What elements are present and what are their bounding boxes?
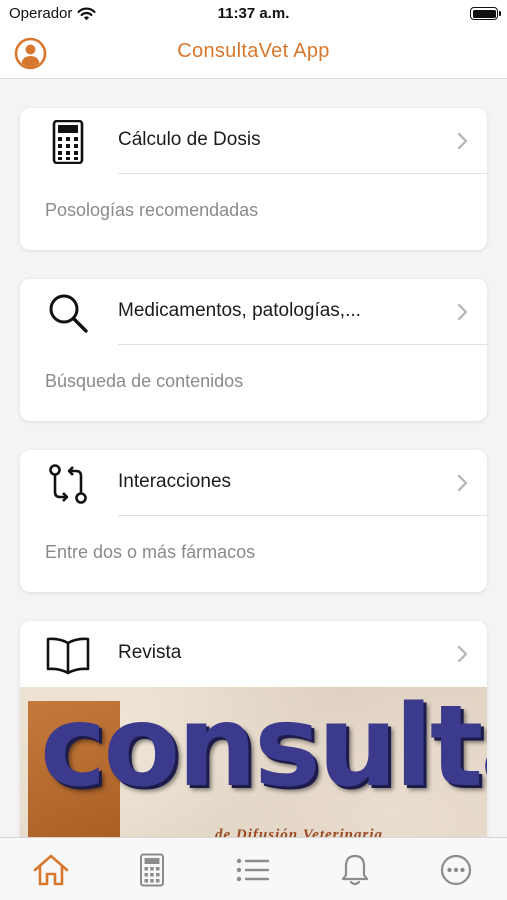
home-icon xyxy=(33,854,69,886)
chevron-right-icon xyxy=(457,303,468,321)
card-dose-calculation[interactable]: Cálculo de Dosis Posologías recomendadas xyxy=(20,108,487,250)
battery-icon xyxy=(470,7,501,20)
bell-icon xyxy=(341,854,369,886)
divider xyxy=(118,515,487,516)
card-search[interactable]: Medicamentos, patologías,... Búsqueda de… xyxy=(20,279,487,421)
divider xyxy=(118,344,487,345)
app-header: ConsultaVet App xyxy=(0,28,507,79)
more-icon xyxy=(440,854,472,886)
tab-list[interactable] xyxy=(233,850,273,890)
card-interactions[interactable]: Interacciones Entre dos o más fármacos xyxy=(20,450,487,592)
list-icon xyxy=(236,858,270,882)
chevron-right-icon xyxy=(457,132,468,150)
page-title: ConsultaVet App xyxy=(177,40,330,62)
tab-home[interactable] xyxy=(31,850,71,890)
card-title: Interacciones xyxy=(118,471,232,492)
tab-calculator[interactable] xyxy=(132,850,172,890)
tab-notifications[interactable] xyxy=(335,850,375,890)
card-magazine[interactable]: Revista consulta de Difusión Veterinaria xyxy=(20,621,487,861)
card-title: Medicamentos, patologías,... xyxy=(118,300,361,321)
status-bar: Operador 11:37 a.m. xyxy=(0,0,507,28)
calculator-icon xyxy=(52,120,84,164)
book-icon xyxy=(46,637,90,675)
card-row-search[interactable]: Medicamentos, patologías,... xyxy=(20,279,487,345)
magazine-cover-title: consulta xyxy=(40,687,487,812)
card-title: Cálculo de Dosis xyxy=(118,129,261,150)
search-icon xyxy=(49,294,88,333)
status-time: 11:37 a.m. xyxy=(217,5,290,22)
interactions-icon xyxy=(49,464,87,504)
card-row-magazine[interactable]: Revista xyxy=(20,621,487,687)
magazine-cover-image[interactable]: consulta de Difusión Veterinaria xyxy=(20,687,487,861)
card-subtitle: Posologías recomendadas xyxy=(45,200,259,220)
calculator-icon xyxy=(140,853,164,887)
divider xyxy=(118,173,487,174)
tab-bar xyxy=(0,837,507,900)
card-title: Revista xyxy=(118,642,182,663)
card-subtitle: Búsqueda de contenidos xyxy=(45,371,244,391)
card-subtitle: Entre dos o más fármacos xyxy=(45,542,256,562)
tab-more[interactable] xyxy=(436,850,476,890)
card-row-dose-calculation[interactable]: Cálculo de Dosis xyxy=(20,108,487,174)
card-row-interactions[interactable]: Interacciones xyxy=(20,450,487,516)
chevron-right-icon xyxy=(457,474,468,492)
chevron-right-icon xyxy=(457,645,468,663)
